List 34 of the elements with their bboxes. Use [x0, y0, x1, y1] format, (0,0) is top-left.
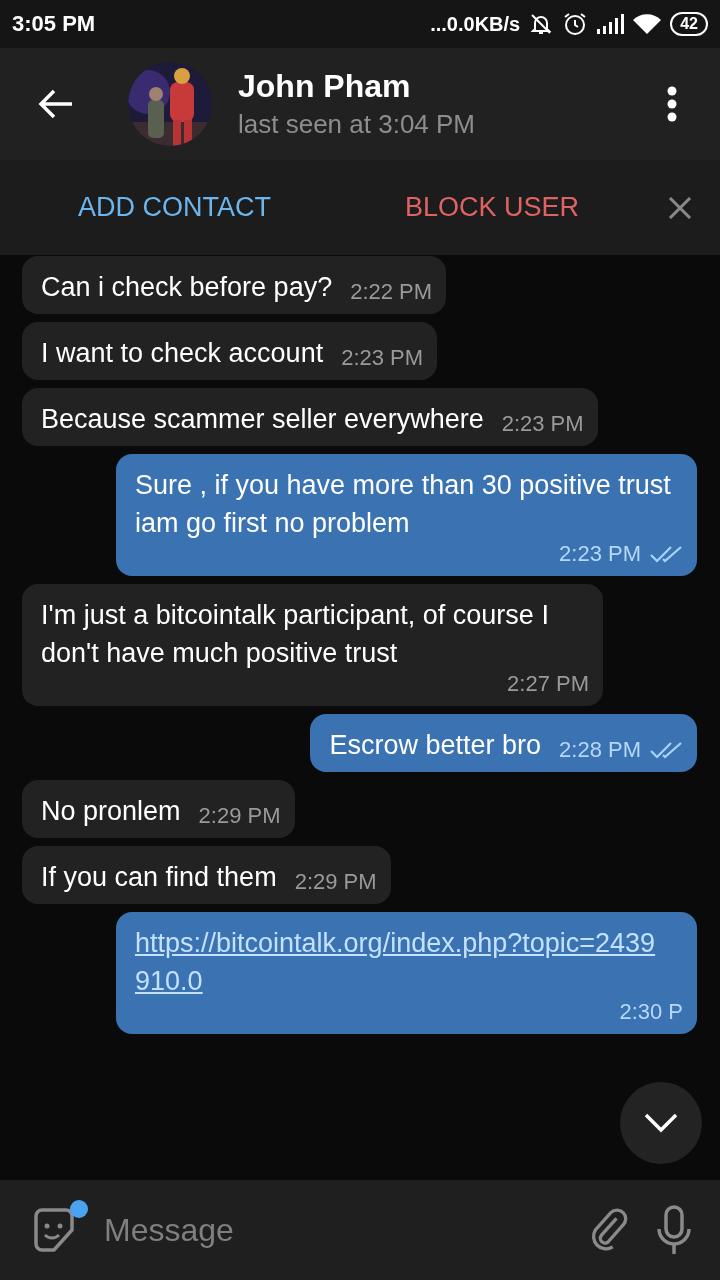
contact-name: John Pham [238, 68, 412, 105]
message-text: I want to check account [41, 337, 324, 370]
message-time: 2:22 PM [350, 280, 433, 304]
message-time: 2:23 PM [341, 346, 424, 370]
message-time: 2:28 PM [559, 738, 641, 762]
signal-icon [596, 13, 625, 35]
message-text: No pronlem [41, 795, 181, 828]
battery-indicator: 42 [670, 12, 708, 36]
block-user-button[interactable]: BLOCK USER [393, 184, 668, 231]
back-arrow-icon[interactable] [38, 88, 74, 120]
last-seen-status: last seen at 3:04 PM [238, 109, 477, 140]
add-contact-button[interactable]: ADD CONTACT [66, 184, 283, 231]
message-bar[interactable]: Message [0, 1180, 720, 1280]
chevron-down-icon [644, 1113, 678, 1133]
wifi-icon [632, 12, 663, 36]
message-link[interactable]: https://bitcointalk.org/index.php?topic=2439910.0 [135, 924, 665, 1000]
message-text: Sure , if you have more than 30 positive trust iam go first no problem [135, 469, 672, 540]
message-text: Can i check before pay? [41, 271, 333, 304]
message-time: 2:29 PM [294, 870, 377, 894]
status-time: 3:05 PM [12, 11, 96, 37]
message-text: Because scammer seller everywhere [41, 403, 484, 436]
message-text: If you can find them [41, 861, 277, 894]
more-options-icon[interactable] [666, 86, 678, 122]
message-time: 2:27 PM [507, 672, 589, 696]
network-speed: ...0.0KB/s [430, 12, 521, 36]
message-time: 2:29 PM [198, 804, 281, 828]
microphone-icon[interactable] [656, 1205, 692, 1255]
message-text: Escrow better bro [329, 729, 542, 762]
message-time: 2:30 P [619, 1000, 683, 1024]
message-input[interactable]: Message [102, 1210, 566, 1250]
close-icon[interactable] [668, 195, 692, 220]
message-time: 2:23 PM [559, 542, 641, 566]
message-text: I'm just a bitcointalk participant, of course I don't have much positive trust [41, 599, 550, 670]
message-time: 2:23 PM [501, 412, 584, 436]
